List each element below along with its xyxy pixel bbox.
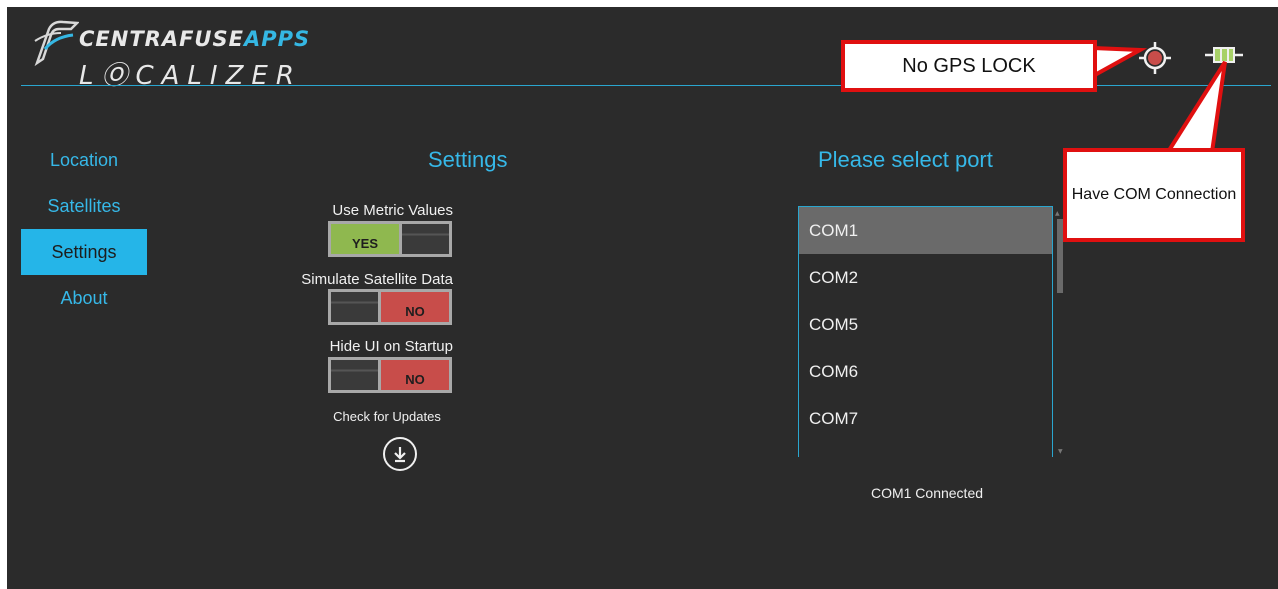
gps-callout: No GPS LOCK xyxy=(841,40,1097,92)
com-callout: Have COM Connection xyxy=(1063,148,1245,242)
